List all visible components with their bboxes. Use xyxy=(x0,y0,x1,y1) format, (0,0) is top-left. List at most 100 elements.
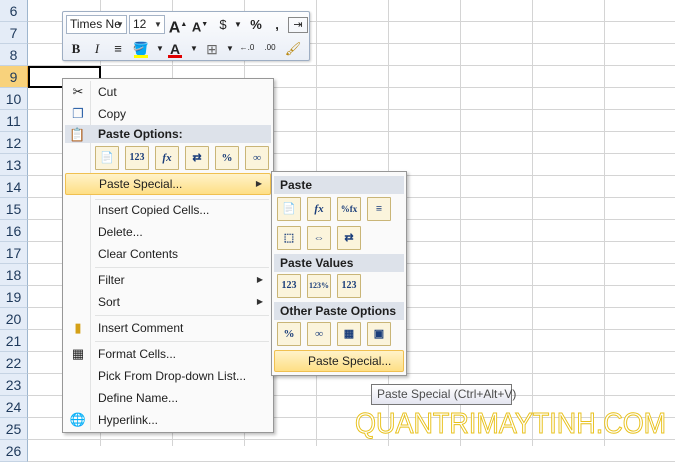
row-header[interactable]: 25 xyxy=(0,418,28,440)
menu-item-filter[interactable]: Filter ▶ xyxy=(65,269,271,291)
row-header[interactable]: 14 xyxy=(0,176,28,198)
menu-item-pick-from-list[interactable]: Pick From Drop-down List... xyxy=(65,365,271,387)
menu-item-copy[interactable]: ❐ Copy xyxy=(65,103,271,125)
paste-formulas-icon[interactable]: fx xyxy=(307,197,331,221)
chevron-down-icon: ▼ xyxy=(154,20,162,29)
shrink-font-button[interactable]: A▼ xyxy=(190,15,210,35)
percent-button[interactable]: % xyxy=(246,15,266,35)
row-header[interactable]: 8 xyxy=(0,44,28,66)
row-header[interactable]: 11 xyxy=(0,110,28,132)
font-name-value: Times Ne xyxy=(70,17,121,31)
menu-item-label: Paste Special... xyxy=(308,354,392,368)
paste-keep-source-formatting-icon[interactable]: ≡ xyxy=(367,197,391,221)
menu-item-label: Filter xyxy=(98,273,125,287)
scissors-icon: ✂ xyxy=(72,84,84,99)
context-menu: ✂ Cut ❐ Copy 📋 Paste Options: 📄 123 fx ⇄… xyxy=(62,78,274,433)
align-center-icon[interactable]: ≡ xyxy=(108,39,128,59)
row-header[interactable]: 23 xyxy=(0,374,28,396)
paste-link-icon[interactable]: ∞ xyxy=(307,322,331,346)
paste-formatting-icon[interactable]: % xyxy=(277,322,301,346)
row-header[interactable]: 7 xyxy=(0,22,28,44)
menu-item-label: Clear Contents xyxy=(98,247,179,261)
grow-font-button[interactable]: A▲ xyxy=(168,15,188,36)
menu-item-format-cells[interactable]: ▦ Format Cells... xyxy=(65,343,271,365)
increase-decimal-button[interactable]: ←.0 xyxy=(237,39,257,59)
globe-link-icon: 🌐 xyxy=(69,412,87,427)
row-header[interactable]: 18 xyxy=(0,264,28,286)
menu-item-define-name[interactable]: Define Name... xyxy=(65,387,271,409)
grid-column-line xyxy=(532,0,533,446)
row-header[interactable]: 26 xyxy=(0,440,28,462)
row-header[interactable]: 19 xyxy=(0,286,28,308)
row-header[interactable]: 13 xyxy=(0,154,28,176)
paste-keep-column-widths-icon[interactable]: ⇔ xyxy=(307,226,331,250)
menu-item-insert-copied-cells[interactable]: Insert Copied Cells... xyxy=(65,199,271,221)
menu-item-label: Pick From Drop-down List... xyxy=(98,369,247,383)
paste-values-icon[interactable]: 123 xyxy=(125,146,149,170)
clipboard-icon: 📋 xyxy=(69,127,86,142)
menu-item-paste-special-dialog[interactable]: Paste Special... xyxy=(274,350,404,372)
chevron-down-icon: ▼ xyxy=(116,20,124,29)
paste-values-icon[interactable]: 123 xyxy=(277,274,301,298)
paste-transpose-icon[interactable]: ⇄ xyxy=(337,226,361,250)
menu-item-sort[interactable]: Sort ▶ xyxy=(65,291,271,313)
row-header[interactable]: 17 xyxy=(0,242,28,264)
italic-button[interactable]: I xyxy=(87,39,107,59)
grid-column-line xyxy=(460,0,461,446)
paste-formatting-icon[interactable]: % xyxy=(215,146,239,170)
font-color-button[interactable]: A xyxy=(165,39,185,59)
paste-icon[interactable]: 📄 xyxy=(277,197,301,221)
menu-item-clear-contents[interactable]: Clear Contents xyxy=(65,243,271,265)
paste-transpose-icon[interactable]: ⇄ xyxy=(185,146,209,170)
paste-values-section-header: Paste Values xyxy=(274,254,404,272)
paste-formulas-icon[interactable]: fx xyxy=(155,146,179,170)
submenu-arrow-icon: ▶ xyxy=(255,179,262,188)
format-painter-table-icon[interactable]: ⇥ xyxy=(288,17,308,33)
menu-item-delete[interactable]: Delete... xyxy=(65,221,271,243)
grid-column-line xyxy=(604,0,605,446)
row-header[interactable]: 24 xyxy=(0,396,28,418)
watermark: QUANTRIMAYTINH.COM xyxy=(355,408,667,441)
row-header[interactable]: 22 xyxy=(0,352,28,374)
row-header[interactable]: 16 xyxy=(0,220,28,242)
paste-values-number-format-icon[interactable]: 123% xyxy=(307,274,331,298)
menu-item-label: Paste Special... xyxy=(99,177,183,191)
paste-link-icon[interactable]: ∞ xyxy=(245,146,269,170)
row-header[interactable]: 15 xyxy=(0,198,28,220)
menu-item-insert-comment[interactable]: ▮ Insert Comment xyxy=(65,317,271,339)
decrease-decimal-button[interactable]: .00 xyxy=(260,39,280,59)
other-paste-options-header: Other Paste Options xyxy=(274,302,404,320)
chevron-down-icon[interactable]: ▼ xyxy=(228,15,248,35)
font-name-select[interactable]: Times Ne ▼ xyxy=(66,15,127,34)
paste-formulas-number-format-icon[interactable]: %fx xyxy=(337,197,361,221)
paste-values-source-formatting-icon[interactable]: 123 xyxy=(337,274,361,298)
bold-button[interactable]: B xyxy=(66,39,86,59)
row-header[interactable]: 9 xyxy=(0,66,28,88)
font-size-select[interactable]: 12 ▼ xyxy=(129,15,165,34)
font-size-value: 12 xyxy=(133,17,147,31)
format-painter-icon[interactable]: 🖌 xyxy=(283,39,303,59)
paste-options-header: 📋 Paste Options: xyxy=(65,125,271,143)
menu-item-label: Sort xyxy=(98,295,121,309)
row-header[interactable]: 20 xyxy=(0,308,28,330)
menu-item-label: Delete... xyxy=(98,225,143,239)
tooltip: Paste Special (Ctrl+Alt+V) xyxy=(371,384,516,405)
row-header[interactable]: 12 xyxy=(0,132,28,154)
paste-picture-icon[interactable]: ▦ xyxy=(337,322,361,346)
paste-icon[interactable]: 📄 xyxy=(95,146,119,170)
menu-item-hyperlink[interactable]: 🌐 Hyperlink... xyxy=(65,409,271,431)
chevron-down-icon[interactable]: ▼ xyxy=(184,39,204,59)
paste-no-borders-icon[interactable]: ⬚ xyxy=(277,226,301,250)
menu-item-label: Copy xyxy=(98,107,127,121)
row-header[interactable]: 10 xyxy=(0,88,28,110)
menu-item-cut[interactable]: ✂ Cut xyxy=(65,81,271,103)
borders-icon[interactable]: ⊞ xyxy=(202,39,222,59)
menu-item-label: Hyperlink... xyxy=(98,413,159,427)
fill-color-icon[interactable]: 🪣 xyxy=(131,39,151,59)
row-header[interactable]: 21 xyxy=(0,330,28,352)
row-header[interactable]: 6 xyxy=(0,0,28,22)
menu-item-paste-special[interactable]: Paste Special... ▶ xyxy=(65,173,271,195)
comma-button[interactable]: , xyxy=(267,15,287,35)
divider xyxy=(95,267,269,268)
paste-linked-picture-icon[interactable]: ▣ xyxy=(367,322,391,346)
